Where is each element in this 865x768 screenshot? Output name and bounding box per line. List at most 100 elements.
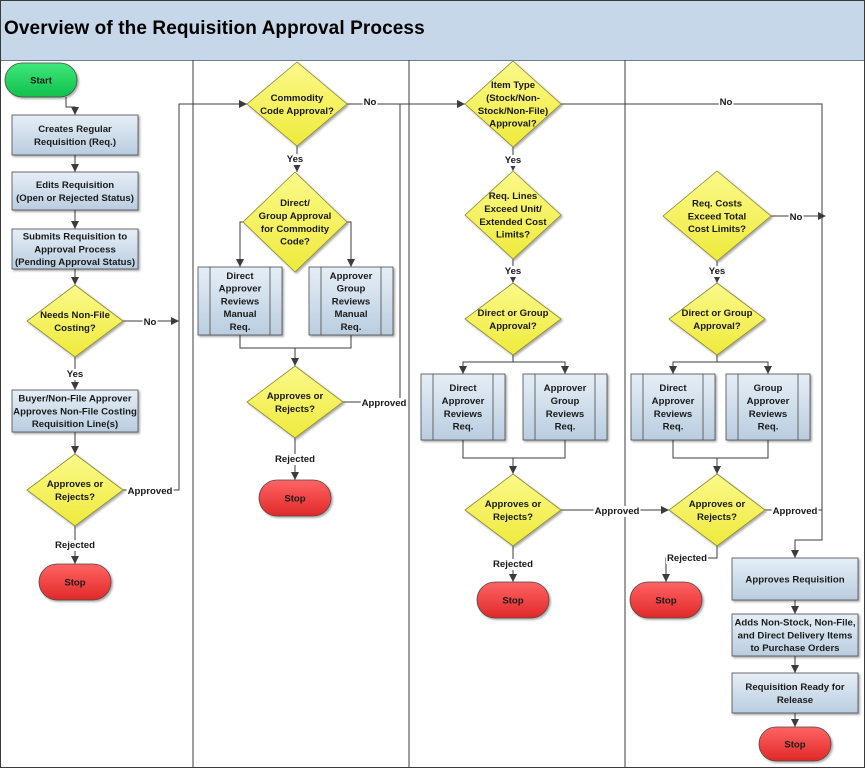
arrowhead-icon <box>347 259 355 267</box>
node-label-line: Req. <box>758 422 779 433</box>
arrowhead-icon <box>791 665 799 673</box>
decision-diamond-shape <box>464 473 562 547</box>
node-lane3-direct-group: Direct or Group Approval? <box>464 282 562 356</box>
connector-line <box>717 361 769 374</box>
node-label-line: Requisition (Req.) <box>34 137 116 148</box>
node-label-line: Stop <box>655 595 676 606</box>
arrowhead-icon <box>71 382 79 390</box>
node-label-line: Req. Lines <box>489 191 538 202</box>
node-label-line: (Pending Approval Status) <box>15 257 135 268</box>
node-label-line: Group Approval <box>259 211 332 222</box>
node-label-line: Direct or Group <box>682 308 753 319</box>
process-box-shape <box>11 171 139 211</box>
node-label-line: Approves Non-File Costing <box>13 406 137 417</box>
node-label-line: Reviews <box>749 409 787 420</box>
edge-label: Rejected <box>55 540 95 551</box>
node-lane4-group: Group Approver Reviews Req. <box>725 373 811 441</box>
process-box-shape <box>731 672 859 714</box>
edge-label: Rejected <box>493 559 533 570</box>
edge-label: No <box>364 97 377 108</box>
node-approves-req: Approves Requisition <box>731 557 859 601</box>
node-label-line: Rejects? <box>697 512 737 523</box>
node-lane3-direct: Direct Approver Reviews Req. <box>420 373 506 441</box>
node-label-line: Group <box>337 284 366 295</box>
node-label-line: Exceed Unit/ <box>484 204 542 215</box>
node-label-line: Req. <box>230 322 251 333</box>
edge-label: Approved <box>362 398 407 409</box>
node-lane2-stop: Stop <box>258 479 332 517</box>
node-buyer-approves: Buyer/Non-File ApproverApproves Non-File… <box>11 389 139 433</box>
node-label-line: Approves or <box>267 391 324 402</box>
decision-diamond-shape <box>246 365 344 439</box>
connector-line <box>672 440 769 459</box>
node-label-line: Approver <box>442 396 485 407</box>
node-label-line: Needs Non-File <box>40 310 110 321</box>
decision-diamond-shape <box>668 282 766 356</box>
node-req-costs-q: Req. CostsExceed Total Cost Limits? <box>662 170 772 262</box>
connector-line <box>513 361 566 374</box>
node-label-line: Stock/Non-File) <box>478 106 548 117</box>
edge-label: Yes <box>67 369 84 380</box>
node-label-line: Buyer/Non-File Approver <box>18 394 131 405</box>
node-submits-req: Submits Requisition toApproval Process (P… <box>11 228 139 270</box>
node-label-line: Approver <box>544 383 587 394</box>
arrowhead-icon <box>291 358 299 366</box>
decision-diamond-shape <box>464 170 562 260</box>
connector-line <box>462 440 566 459</box>
node-label-line: Group <box>754 383 783 394</box>
node-label-line: Rejects? <box>493 512 533 523</box>
arrowhead-icon <box>661 506 669 514</box>
arrowhead-icon <box>71 277 79 285</box>
node-edits-req: Edits Requisition (Open or Rejected Statu… <box>11 171 139 211</box>
edge-label: Yes <box>505 266 522 277</box>
node-lane3-group: Approver Group Reviews Req. <box>522 373 608 441</box>
node-lane2-approves: Approves or Rejects? <box>246 365 344 439</box>
arrowhead-icon <box>71 164 79 172</box>
node-label-line: Requisition Ready for <box>745 682 844 693</box>
arrowhead-icon <box>171 317 179 325</box>
node-needs-nonfile: Needs Non-File Costing? <box>26 284 124 358</box>
node-lane3-stop: Stop <box>476 581 550 619</box>
edge-label: Approved <box>773 506 818 517</box>
edge-label: Approved <box>128 486 173 497</box>
node-label-line: Code Approval? <box>260 106 334 117</box>
node-label-line: Extended Cost <box>479 217 547 228</box>
decision-diamond-shape <box>464 282 562 356</box>
node-label-line: Approver <box>330 271 373 282</box>
node-label-line: Direct <box>449 383 477 394</box>
arrowhead-icon <box>662 574 670 582</box>
node-label-line: Req. Costs <box>692 199 742 210</box>
edge-label: Yes <box>709 266 726 277</box>
node-creates-req: Creates Regular Requisition (Req.) <box>11 114 139 156</box>
edge-label: Yes <box>287 154 304 165</box>
arrowhead-icon <box>791 719 799 727</box>
arrowhead-icon <box>293 164 301 172</box>
edge-label: Approved <box>595 506 640 517</box>
node-label-line: Group <box>551 396 580 407</box>
node-label-line: Req. <box>341 322 362 333</box>
node-label-line: Limits? <box>496 230 530 241</box>
node-lane4-direct: Direct Approver Reviews Req. <box>630 373 716 441</box>
decision-diamond-shape <box>246 61 348 147</box>
node-start: Start <box>4 62 78 98</box>
node-label-line: (Stock/Non- <box>486 93 540 104</box>
decision-diamond-shape <box>26 284 124 358</box>
node-label-line: Code? <box>280 237 310 248</box>
decision-diamond-shape <box>464 60 562 148</box>
node-label-line: Reviews <box>654 409 692 420</box>
node-lane4-approves: Approves or Rejects? <box>668 473 766 547</box>
arrowhead-icon <box>764 366 772 374</box>
node-lane1-stop: Stop <box>38 563 112 601</box>
node-label-line: Manual <box>223 309 256 320</box>
node-label-line: Approver <box>652 396 695 407</box>
node-label-line: Stop <box>64 577 85 588</box>
arrowhead-icon <box>713 466 721 474</box>
node-label-line: to Purchase Orders <box>750 643 839 654</box>
node-label-line: Req. <box>663 422 684 433</box>
node-label-line: Reviews <box>546 409 584 420</box>
node-label-line: Approves or <box>485 499 542 510</box>
node-label-line: Adds Non-Stock, Non-File, <box>735 618 856 629</box>
arrowhead-icon <box>669 366 677 374</box>
node-label-line: Approver <box>747 396 790 407</box>
node-label-line: Stop <box>502 595 523 606</box>
